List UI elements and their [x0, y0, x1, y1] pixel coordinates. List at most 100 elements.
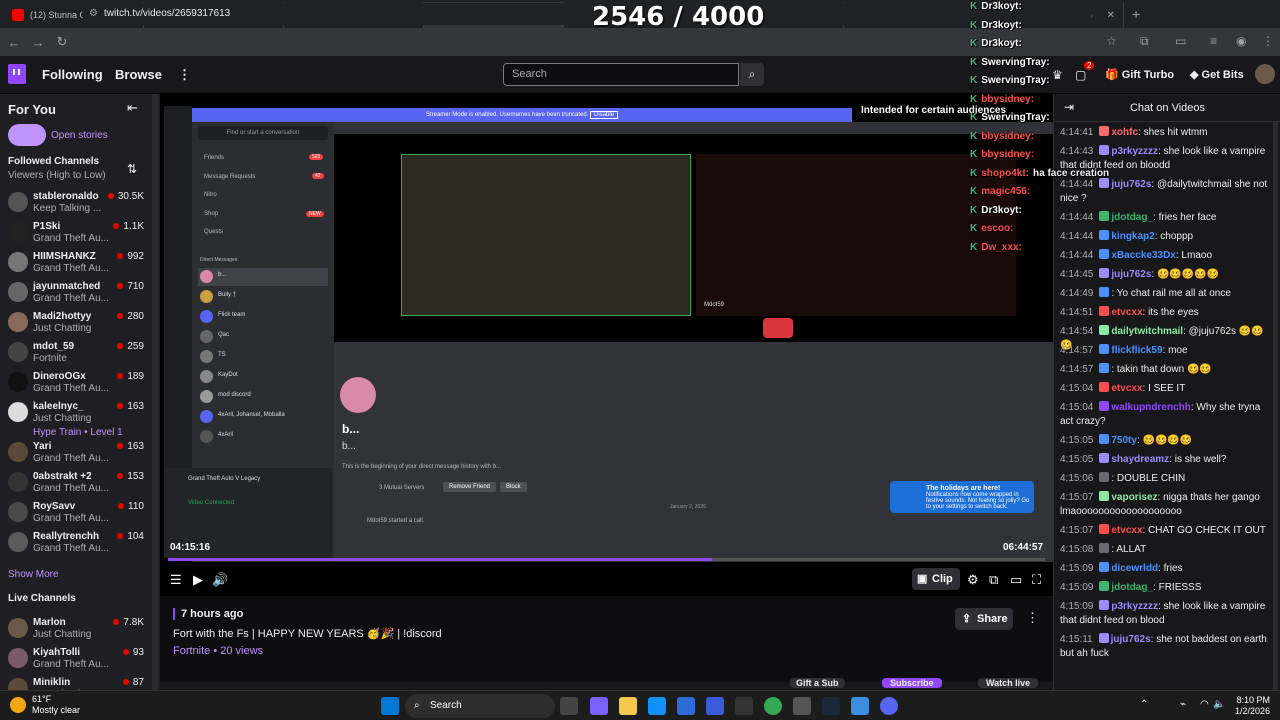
sort-icon[interactable]: ⇅ [127, 162, 137, 176]
chat-username[interactable]: kingkap2 [1111, 231, 1154, 242]
chat-username[interactable]: jdotdag_ [1111, 582, 1153, 593]
chat-username[interactable]: xohfc [1111, 127, 1138, 138]
fullscreen-icon[interactable]: ⛶ [1032, 572, 1041, 588]
chat-username[interactable]: p3rkyzzzz [1111, 601, 1158, 612]
share-button[interactable]: ⇪ Share [955, 608, 1013, 630]
search-input[interactable]: Search [503, 63, 739, 86]
sidebar-channel[interactable]: Yari Grand Theft Au... 163 [0, 438, 152, 468]
new-tab-icon[interactable]: + [1132, 6, 1140, 22]
sidebar-live-channel[interactable]: KiyahTolli Grand Theft Au... 93 [0, 644, 152, 674]
site-info-icon[interactable]: ⚙ [89, 3, 98, 25]
chat-username[interactable]: juju762s [1111, 634, 1151, 645]
chat-username[interactable]: p3rkyzzzz [1111, 146, 1158, 157]
chapters-icon[interactable]: ☰ [170, 572, 182, 588]
sidebar-channel[interactable]: mdot_59 Fortnite 259 [0, 338, 152, 368]
sidebar-channel[interactable]: P1Ski Grand Theft Au... 1.1K [0, 218, 152, 248]
xbox-icon[interactable] [735, 697, 753, 715]
nav-browse[interactable]: Browse [115, 67, 162, 82]
chat-username[interactable]: dailytwitchmail [1111, 326, 1183, 337]
more-menu-icon[interactable]: ⋮ [178, 67, 191, 83]
chat-scrollbar[interactable] [1273, 122, 1278, 690]
more-options-icon[interactable]: ⋮ [1026, 610, 1039, 626]
picture-in-picture-icon[interactable]: ⧉ [989, 572, 998, 588]
volume-icon[interactable]: 🔊 [212, 572, 228, 588]
sidebar-channel[interactable]: Reallytrenchh Grand Theft Au... 104 [0, 528, 152, 558]
get-bits-button[interactable]: ◆ Get Bits [1190, 68, 1244, 81]
clip-button[interactable]: ▣ Clip [912, 568, 960, 590]
store-icon[interactable] [706, 697, 724, 715]
chat-username[interactable]: etvcxx [1111, 525, 1142, 536]
steam-icon[interactable] [822, 697, 840, 715]
task-view-icon[interactable] [560, 697, 578, 715]
extensions-icon[interactable]: ⧉ [1140, 34, 1149, 49]
tray-chevron-icon[interactable]: ⌃ [1140, 699, 1148, 710]
system-clock[interactable]: 8:10 PM 1/2/2026 [1226, 695, 1270, 717]
watch-live-button[interactable]: Watch live [978, 678, 1039, 688]
tab-close-icon[interactable]: ✕ [1107, 10, 1115, 21]
chat-username[interactable]: etvcxx [1111, 307, 1142, 318]
open-stories-link[interactable]: Open stories [51, 130, 108, 141]
weather-widget[interactable]: 61°F Mostly clear [10, 694, 80, 716]
copilot-icon[interactable] [590, 697, 608, 715]
chat-username[interactable]: etvcxx [1111, 383, 1142, 394]
url-field[interactable]: ⚙ twitch.tv/videos/2659317613 [82, 3, 1092, 25]
chat-username[interactable]: xBaccke33Dx [1111, 250, 1176, 261]
photos-icon[interactable] [851, 697, 869, 715]
subscribe-button[interactable]: Subscribe [882, 678, 942, 688]
theatre-mode-icon[interactable]: ▭ [1010, 572, 1022, 588]
collapse-sidebar-icon[interactable]: ⇤ [127, 100, 138, 116]
bookmark-star-icon[interactable]: ☆ [1106, 34, 1117, 48]
mail-icon[interactable] [677, 697, 695, 715]
speaker-icon[interactable]: 🔈 [1213, 699, 1225, 710]
chrome-icon[interactable] [764, 697, 782, 715]
chat-username[interactable]: walkupndrenchh [1111, 402, 1190, 413]
gift-sub-button[interactable]: Gift a Sub [790, 678, 845, 688]
show-more-link[interactable]: Show More [8, 569, 59, 580]
prime-crown-icon[interactable]: ♛ [1052, 68, 1063, 82]
sidebar-channel[interactable]: Madi2hottyy Just Chatting 280 [0, 308, 152, 338]
sidebar-channel[interactable]: kaleelnyc_ Just Chatting 163 [0, 398, 152, 428]
forward-icon[interactable]: → [26, 35, 50, 50]
user-avatar[interactable] [1255, 64, 1275, 84]
chat-username[interactable]: juju762s [1111, 269, 1151, 280]
taskbar-search[interactable]: ⌕ Search [405, 694, 555, 718]
network-icon[interactable]: ⌁ [1180, 699, 1186, 710]
wifi-icon[interactable]: ◠ [1200, 699, 1209, 710]
back-icon[interactable]: ← [2, 35, 26, 50]
chat-username[interactable]: vaporisez [1111, 492, 1157, 503]
chat-username[interactable]: juju762s [1111, 179, 1151, 190]
settings-icon[interactable]: ⚙ [967, 572, 979, 588]
sidebar-channel[interactable]: stableronaldo Keep Talking ... 30.5K [0, 188, 152, 218]
file-explorer-icon[interactable] [619, 697, 637, 715]
sidebar-live-channel[interactable]: MiniklinJust Chatting87 [0, 674, 152, 690]
video-player[interactable]: Find or start a conversation Friends 523… [160, 94, 1053, 596]
collapse-chat-icon[interactable]: ⇥ [1064, 100, 1074, 114]
media-icon[interactable]: ≡ [1210, 34, 1217, 48]
stories-avatars[interactable] [8, 124, 46, 146]
chat-username[interactable]: shaydreamz [1111, 454, 1169, 465]
sidebar-scrollbar[interactable] [152, 94, 158, 690]
twitch-logo-icon[interactable] [8, 64, 26, 84]
sidebar-channel[interactable]: jayunmatched Grand Theft Au... 710 [0, 278, 152, 308]
reload-icon[interactable]: ↻ [50, 34, 74, 50]
start-icon[interactable] [381, 697, 399, 715]
chat-username[interactable]: 750ty [1111, 435, 1137, 446]
seek-bar[interactable] [168, 558, 1045, 561]
app-icon[interactable] [793, 697, 811, 715]
sidebar-live-channel[interactable]: Marlon Just Chatting 7.8K [0, 614, 152, 644]
chat-username[interactable]: jdotdag_ [1111, 212, 1153, 223]
inbox-icon[interactable]: ▢ [1075, 68, 1086, 82]
discord-icon[interactable] [880, 697, 898, 715]
profile-icon[interactable]: ◉ [1236, 34, 1246, 48]
edge-icon[interactable] [648, 697, 666, 715]
chat-username[interactable]: dicewrldd [1111, 563, 1158, 574]
video-game-link[interactable]: Fortnite [173, 645, 210, 657]
gift-turbo-button[interactable]: 🎁 Gift Turbo [1105, 68, 1174, 81]
browser-menu-icon[interactable]: ⋮ [1262, 34, 1274, 48]
sidebar-channel[interactable]: RoySavv Grand Theft Au... 110 [0, 498, 152, 528]
sidebar-channel[interactable]: DineroOGx Grand Theft Au... 189 [0, 368, 152, 398]
play-icon[interactable]: ▶ [193, 572, 203, 588]
nav-following[interactable]: Following [42, 67, 103, 82]
chat-username[interactable]: flickflick59 [1111, 345, 1162, 356]
search-icon[interactable]: ⌕ [740, 63, 764, 86]
